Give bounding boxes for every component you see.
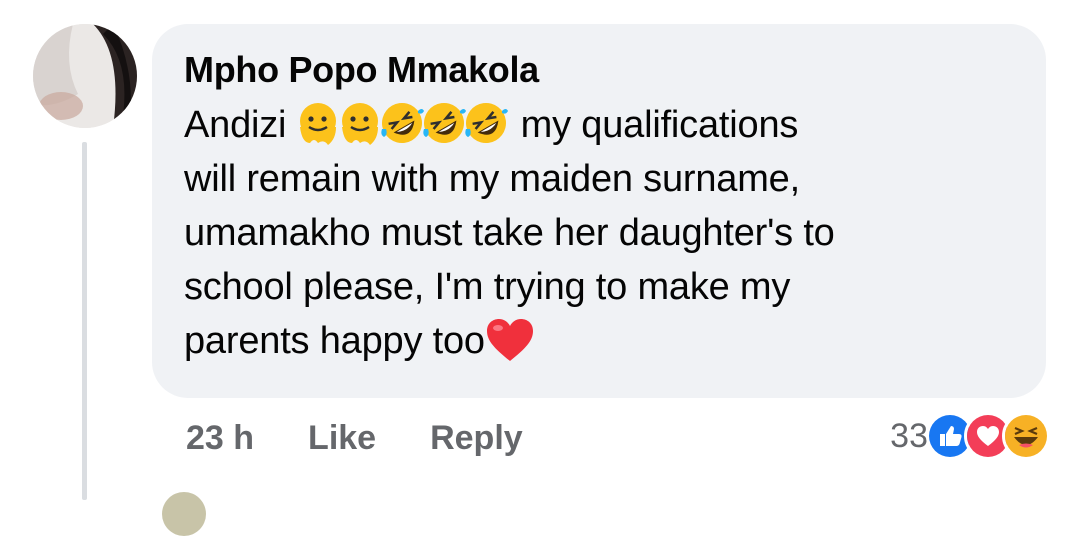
rofl-icon: [423, 103, 467, 143]
melting-face-icon: [300, 103, 337, 145]
thread-line: [82, 142, 87, 500]
comment-line-5: parents happy too: [184, 320, 485, 362]
haha-icon: [1002, 412, 1050, 460]
rofl-icon: [381, 103, 425, 143]
comment-actions: 23 h Like Reply: [186, 418, 523, 458]
comment-line-1b: my qualifications: [520, 104, 799, 146]
avatar[interactable]: [33, 24, 137, 128]
reply-button[interactable]: Reply: [430, 418, 523, 458]
comment-author[interactable]: Mpho Popo Mmakola: [184, 48, 1016, 92]
like-button[interactable]: Like: [308, 418, 376, 458]
red-heart-icon: [486, 319, 533, 361]
comment-line-3: umamakho must take her daughter's to: [184, 212, 835, 254]
reaction-summary[interactable]: 33: [890, 412, 1050, 460]
comment-line-2: will remain with my maiden surname,: [184, 158, 800, 200]
comment-text: Andizi my qualifications will remain wit…: [184, 98, 1014, 368]
emoji-group: [294, 103, 509, 146]
rofl-icon: [465, 103, 509, 143]
melting-face-icon: [342, 103, 379, 145]
next-comment-avatar[interactable]: [162, 492, 206, 536]
reaction-count: 33: [890, 416, 928, 455]
comment-timestamp[interactable]: 23 h: [186, 418, 254, 458]
comment-line-1: Andizi: [184, 104, 287, 146]
comment-line-4: school please, I'm trying to make my: [184, 266, 791, 308]
comment-bubble: Mpho Popo Mmakola Andizi my qualificatio…: [152, 24, 1046, 398]
